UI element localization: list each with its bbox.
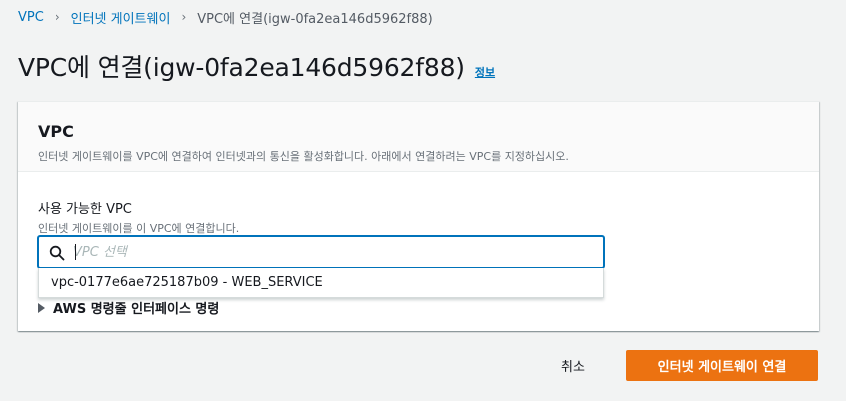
card-title: VPC: [38, 122, 74, 141]
attach-internet-gateway-button[interactable]: 인터넷 게이트웨이 연결: [626, 350, 818, 381]
breadcrumb-current: VPC에 연결(igw-0fa2ea146d5962f88): [197, 11, 433, 27]
text-caret: [75, 244, 76, 260]
expander-label: AWS 명령줄 인터페이스 명령: [53, 302, 220, 317]
page-header: VPC에 연결(igw-0fa2ea146d5962f88) 정보: [18, 48, 495, 84]
cli-command-expander[interactable]: AWS 명령줄 인터페이스 명령: [38, 298, 219, 317]
chevron-right-icon: ›: [181, 10, 187, 24]
breadcrumb-link-internet-gateway[interactable]: 인터넷 게이트웨이: [71, 8, 171, 27]
available-vpc-field: 사용 가능한 VPC 인터넷 게이트웨이를 이 VPC에 연결합니다.: [38, 198, 239, 236]
caret-right-icon: [38, 302, 45, 313]
field-label: 사용 가능한 VPC: [38, 202, 132, 217]
vpc-search-input[interactable]: [73, 240, 593, 264]
cancel-button[interactable]: 취소: [561, 356, 585, 375]
card-description: 인터넷 게이트웨이를 VPC에 연결하여 인터넷과의 통신을 활성화합니다. 아…: [38, 150, 569, 163]
chevron-right-icon: ›: [54, 10, 60, 24]
breadcrumb: VPC › 인터넷 게이트웨이 › VPC에 연결(igw-0fa2ea146d…: [18, 8, 433, 27]
info-link[interactable]: 정보: [475, 64, 495, 80]
card-header: VPC 인터넷 게이트웨이를 VPC에 연결하여 인터넷과의 통신을 활성화합니…: [18, 102, 819, 172]
vpc-select[interactable]: [38, 236, 604, 268]
page-title: VPC에 연결(igw-0fa2ea146d5962f88): [18, 53, 465, 82]
page: VPC › 인터넷 게이트웨이 › VPC에 연결(igw-0fa2ea146d…: [0, 0, 846, 401]
vpc-card: VPC 인터넷 게이트웨이를 VPC에 연결하여 인터넷과의 통신을 활성화합니…: [18, 101, 819, 331]
field-hint: 인터넷 게이트웨이를 이 VPC에 연결합니다.: [38, 222, 240, 235]
search-icon: [49, 245, 65, 261]
vpc-dropdown: vpc-0177e6ae725187b09 - WEB_SERVICE: [38, 268, 604, 298]
breadcrumb-link-vpc[interactable]: VPC: [18, 10, 44, 25]
vpc-option[interactable]: vpc-0177e6ae725187b09 - WEB_SERVICE: [51, 275, 323, 290]
